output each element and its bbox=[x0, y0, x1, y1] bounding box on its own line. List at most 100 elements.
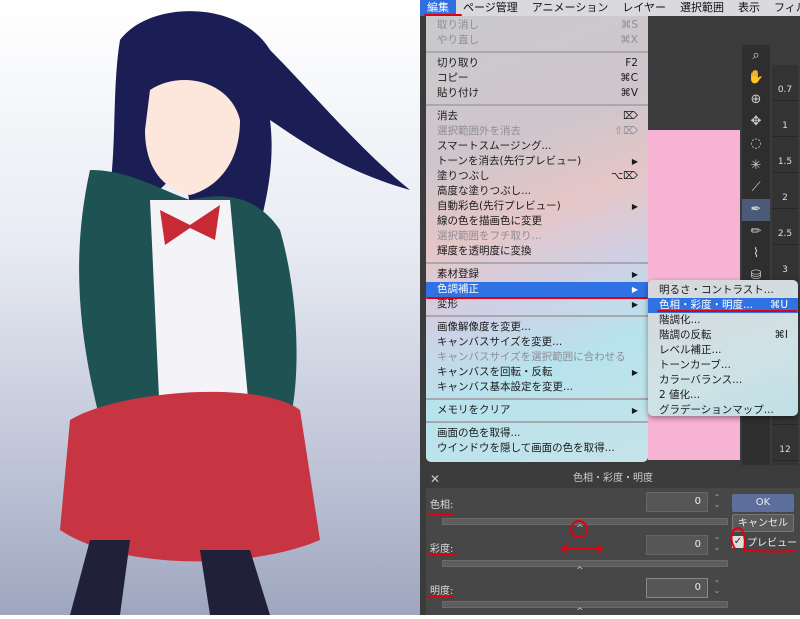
lightness-input[interactable]: 0 bbox=[646, 578, 708, 598]
menubar-item[interactable]: フィルター bbox=[767, 0, 800, 16]
pen-icon[interactable]: ✒ bbox=[742, 199, 770, 221]
menu-item-label: 選択範囲をフチ取り... bbox=[437, 230, 542, 242]
menu-item-label: トーンを消去(先行プレビュー) bbox=[437, 155, 582, 167]
hand-icon[interactable]: ✋ bbox=[742, 67, 770, 89]
menu-item-label: 選択範囲外を消去 bbox=[437, 125, 521, 137]
menu-item-label: メモリをクリア bbox=[437, 404, 511, 416]
magic-wand-icon[interactable]: ✳ bbox=[742, 155, 770, 177]
menu-item-shortcut: F2 bbox=[625, 57, 638, 69]
brush-size-option[interactable]: 1.5 bbox=[772, 137, 798, 173]
menu-item[interactable]: トーンカーブ... bbox=[648, 358, 798, 373]
menu-item[interactable]: 画像解像度を変更... bbox=[426, 320, 648, 335]
menu-item-label: 2 値化... bbox=[659, 389, 701, 401]
menu-item-label: 貼り付け bbox=[437, 87, 479, 99]
saturation-stepper[interactable]: ⌃ ⌄ bbox=[712, 537, 722, 552]
menu-item[interactable]: 高度な塗りつぶし... bbox=[426, 184, 648, 199]
hue-stepper[interactable]: ⌃ ⌄ bbox=[712, 494, 722, 509]
menu-item-shortcut: ⌥⌦ bbox=[611, 170, 638, 182]
menu-item: 取り消し ⌘S bbox=[426, 18, 648, 33]
brush-size-option[interactable]: 12 bbox=[772, 425, 798, 461]
lightness-slider[interactable] bbox=[442, 601, 728, 608]
menu-item-shortcut: ⌘C bbox=[620, 72, 638, 84]
illustration-drawing bbox=[60, 11, 410, 615]
saturation-input[interactable]: 0 bbox=[646, 535, 708, 555]
preview-checkbox[interactable]: ✓ プレビュー bbox=[732, 534, 797, 549]
menubar-item[interactable]: 選択範囲 bbox=[673, 0, 731, 16]
menu-item[interactable]: 輝度を透明度に変換 bbox=[426, 244, 648, 259]
menu-item[interactable]: 切り取り F2 bbox=[426, 56, 648, 71]
menu-item-label: キャンバス基本設定を変更... bbox=[437, 381, 574, 393]
menubar-item[interactable]: ページ管理 bbox=[456, 0, 525, 16]
menu-item[interactable]: スマートスムージング... bbox=[426, 139, 648, 154]
lasso-icon[interactable]: ◌ bbox=[742, 133, 770, 155]
menu-item[interactable]: 階調化... bbox=[648, 313, 798, 328]
dialog-titlebar: ✕ 色相・彩度・明度 bbox=[426, 470, 800, 488]
menu-item[interactable]: トーンを消去(先行プレビュー) ▶ bbox=[426, 154, 648, 169]
menu-item[interactable]: レベル補正... bbox=[648, 343, 798, 358]
menu-item-shortcut: ⌘S bbox=[620, 19, 638, 31]
menu-item[interactable]: 階調の反転 ⌘I bbox=[648, 328, 798, 343]
menu-item[interactable]: グラデーションマップ... bbox=[648, 403, 798, 418]
anime-illustration bbox=[0, 0, 420, 615]
annotation-underline bbox=[426, 297, 648, 299]
lightness-stepper[interactable]: ⌃ ⌄ bbox=[712, 580, 722, 595]
menu-item[interactable]: 明るさ・コントラスト... bbox=[648, 283, 798, 298]
ok-button[interactable]: OK bbox=[732, 494, 794, 512]
menu-item[interactable]: 画面の色を取得... bbox=[426, 426, 648, 441]
menu-separator bbox=[426, 312, 648, 320]
menu-item[interactable]: コピー ⌘C bbox=[426, 71, 648, 86]
menu-item[interactable]: 素材登録 ▶ bbox=[426, 267, 648, 282]
preview-label: プレビュー bbox=[747, 538, 797, 549]
menubar-item[interactable]: アニメーション bbox=[525, 0, 616, 16]
lightness-slider-knob[interactable]: ^ bbox=[576, 607, 584, 617]
pencil-icon[interactable]: ✏ bbox=[742, 221, 770, 243]
menu-item[interactable]: カラーバランス... bbox=[648, 373, 798, 388]
menu-item[interactable]: 線の色を描画色に変更 bbox=[426, 214, 648, 229]
operation-icon[interactable]: ⊕ bbox=[742, 89, 770, 111]
checkmark-icon: ✓ bbox=[732, 535, 744, 548]
menu-item-label: 階調の反転 bbox=[659, 329, 712, 341]
hue-slider[interactable] bbox=[442, 518, 728, 525]
menu-item[interactable]: 消去 ⌦ bbox=[426, 109, 648, 124]
hue-slider-knob[interactable]: ^ bbox=[576, 524, 584, 534]
menu-item[interactable]: 自動彩色(先行プレビュー) ▶ bbox=[426, 199, 648, 214]
menu-item: 選択範囲をフチ取り... bbox=[426, 229, 648, 244]
menu-item[interactable]: 貼り付け ⌘V bbox=[426, 86, 648, 101]
menu-bar: 編集ページ管理アニメーションレイヤー選択範囲表示フィルター bbox=[420, 0, 800, 16]
menu-separator bbox=[426, 259, 648, 267]
brush-size-option[interactable]: 0.7 bbox=[772, 65, 798, 101]
menu-item-label: 塗りつぶし bbox=[437, 170, 490, 182]
search-icon[interactable]: ⌕ bbox=[742, 45, 770, 67]
menu-item-shortcut: ⌘I bbox=[774, 329, 788, 341]
submenu-arrow-icon: ▶ bbox=[631, 300, 638, 309]
eyedropper-icon[interactable]: ⟋ bbox=[742, 177, 770, 199]
menu-item[interactable]: メモリをクリア ▶ bbox=[426, 403, 648, 418]
menubar-item[interactable]: レイヤー bbox=[615, 0, 673, 16]
menu-item[interactable]: 色調補正 ▶ bbox=[426, 282, 648, 297]
menubar-item[interactable]: 表示 bbox=[731, 0, 767, 16]
brush-size-option[interactable]: 2 bbox=[772, 173, 798, 209]
move-icon[interactable]: ✥ bbox=[742, 111, 770, 133]
menu-separator bbox=[426, 48, 648, 56]
menu-item[interactable]: キャンバスサイズを変更... bbox=[426, 335, 648, 350]
close-icon[interactable]: ✕ bbox=[430, 470, 440, 488]
brush-size-option[interactable]: 2.5 bbox=[772, 209, 798, 245]
brush-size-option[interactable]: 3 bbox=[772, 245, 798, 281]
hue-input[interactable]: 0 bbox=[646, 492, 708, 512]
menu-item[interactable]: 変形 ▶ bbox=[426, 297, 648, 312]
menu-item: やり直し ⌘X bbox=[426, 33, 648, 48]
menu-item[interactable]: キャンバス基本設定を変更... bbox=[426, 380, 648, 395]
saturation-slider-knob[interactable]: ^ bbox=[576, 566, 584, 576]
menu-item[interactable]: キャンバスを回転・反転 ▶ bbox=[426, 365, 648, 380]
menu-item[interactable]: ウインドウを隠して画面の色を取得... bbox=[426, 441, 648, 456]
submenu-arrow-icon: ▶ bbox=[631, 406, 638, 415]
submenu-arrow-icon: ▶ bbox=[631, 202, 638, 211]
saturation-slider[interactable] bbox=[442, 560, 728, 567]
menu-item[interactable]: 塗りつぶし ⌥⌦ bbox=[426, 169, 648, 184]
menu-item-label: グラデーションマップ... bbox=[659, 404, 774, 416]
cancel-button[interactable]: キャンセル bbox=[732, 514, 794, 532]
brush-size-option[interactable]: 1 bbox=[772, 101, 798, 137]
annotation-underline bbox=[657, 310, 797, 312]
brush-icon[interactable]: ⌇ bbox=[742, 243, 770, 265]
menu-item[interactable]: 2 値化... bbox=[648, 388, 798, 403]
